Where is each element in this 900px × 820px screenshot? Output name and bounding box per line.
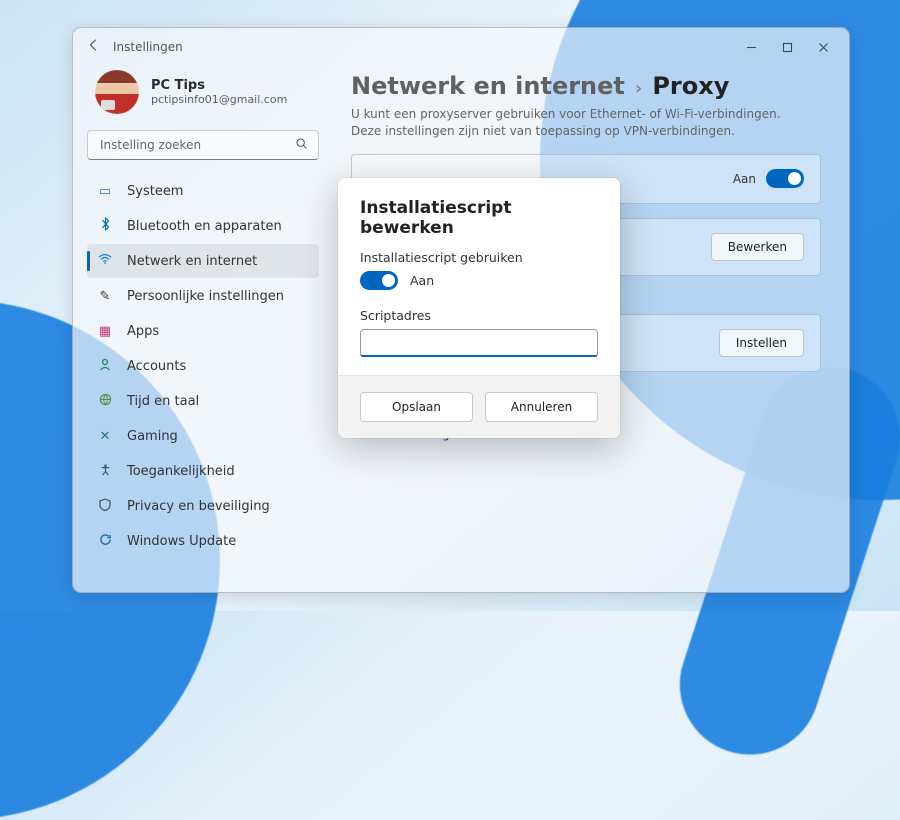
person-icon	[97, 358, 113, 375]
sidebar-item-label: Accounts	[127, 359, 186, 374]
chevron-right-icon: ›	[635, 78, 642, 99]
sidebar-item-network[interactable]: Netwerk en internet	[87, 244, 319, 278]
apps-icon: ▦	[97, 324, 113, 339]
sidebar-item-label: Tijd en taal	[127, 394, 199, 409]
sidebar-item-label: Persoonlijke instellingen	[127, 289, 284, 304]
save-button[interactable]: Opslaan	[360, 392, 473, 422]
sidebar-item-label: Netwerk en internet	[127, 254, 257, 269]
breadcrumb: Netwerk en internet › Proxy	[351, 72, 821, 100]
sidebar-item-label: Systeem	[127, 184, 183, 199]
globe-icon	[97, 393, 113, 410]
app-title: Instellingen	[113, 40, 183, 54]
brush-icon: ✎	[97, 289, 113, 304]
sidebar-item-system[interactable]: ▭ Systeem	[87, 174, 319, 208]
bluetooth-icon	[97, 217, 113, 235]
auto-detect-state: Aan	[733, 172, 766, 186]
sidebar-item-accessibility[interactable]: Toegankelijkheid	[87, 454, 319, 488]
use-script-label: Installatiescript gebruiken	[360, 250, 598, 265]
script-address-label: Scriptadres	[360, 308, 598, 323]
back-button[interactable]	[81, 38, 107, 56]
dialog-title: Installatiescript bewerken	[360, 198, 598, 238]
sidebar-item-personalization[interactable]: ✎ Persoonlijke instellingen	[87, 279, 319, 313]
use-script-toggle[interactable]	[360, 271, 398, 290]
breadcrumb-parent[interactable]: Netwerk en internet	[351, 72, 625, 100]
sidebar-item-label: Windows Update	[127, 534, 236, 549]
nav: ▭ Systeem Bluetooth en apparaten Netwerk…	[87, 174, 319, 558]
accessibility-icon	[97, 463, 113, 480]
edit-script-dialog: Installatiescript bewerken Installatiesc…	[338, 178, 620, 438]
sidebar-item-time-language[interactable]: Tijd en taal	[87, 384, 319, 418]
sidebar-item-label: Toegankelijkheid	[127, 464, 235, 479]
sidebar-item-privacy[interactable]: Privacy en beveiliging	[87, 489, 319, 523]
sidebar-item-bluetooth[interactable]: Bluetooth en apparaten	[87, 209, 319, 243]
sidebar-item-apps[interactable]: ▦ Apps	[87, 314, 319, 348]
window-minimize-button[interactable]	[733, 33, 769, 61]
sidebar-item-label: Gaming	[127, 429, 178, 444]
use-script-state: Aan	[410, 273, 434, 288]
window-close-button[interactable]	[805, 33, 841, 61]
search-icon	[295, 137, 308, 154]
gaming-icon: ✕	[97, 429, 113, 444]
sidebar-item-label: Apps	[127, 324, 159, 339]
sidebar-item-label: Bluetooth en apparaten	[127, 219, 282, 234]
avatar	[95, 70, 139, 114]
system-icon: ▭	[97, 184, 113, 199]
sidebar: PC Tips pctipsinfo01@gmail.com ▭ Systeem	[73, 66, 329, 592]
shield-icon	[97, 498, 113, 515]
profile-name: PC Tips	[151, 78, 287, 93]
page-description: U kunt een proxyserver gebruiken voor Et…	[351, 106, 811, 140]
breadcrumb-current: Proxy	[652, 72, 729, 100]
sidebar-item-windows-update[interactable]: Windows Update	[87, 524, 319, 558]
auto-detect-toggle[interactable]	[766, 169, 804, 188]
edit-script-button[interactable]: Bewerken	[711, 233, 804, 261]
cancel-button[interactable]: Annuleren	[485, 392, 598, 422]
sidebar-item-label: Privacy en beveiliging	[127, 499, 270, 514]
window-maximize-button[interactable]	[769, 33, 805, 61]
profile-email: pctipsinfo01@gmail.com	[151, 93, 287, 106]
setup-manual-button[interactable]: Instellen	[719, 329, 804, 357]
script-address-input[interactable]	[360, 329, 598, 357]
wifi-icon	[97, 253, 113, 269]
titlebar: Instellingen	[73, 28, 849, 66]
search-input-wrapper[interactable]	[87, 130, 319, 160]
search-input[interactable]	[98, 137, 295, 153]
sidebar-item-accounts[interactable]: Accounts	[87, 349, 319, 383]
update-icon	[97, 533, 113, 550]
profile[interactable]: PC Tips pctipsinfo01@gmail.com	[87, 66, 319, 130]
sidebar-item-gaming[interactable]: ✕ Gaming	[87, 419, 319, 453]
